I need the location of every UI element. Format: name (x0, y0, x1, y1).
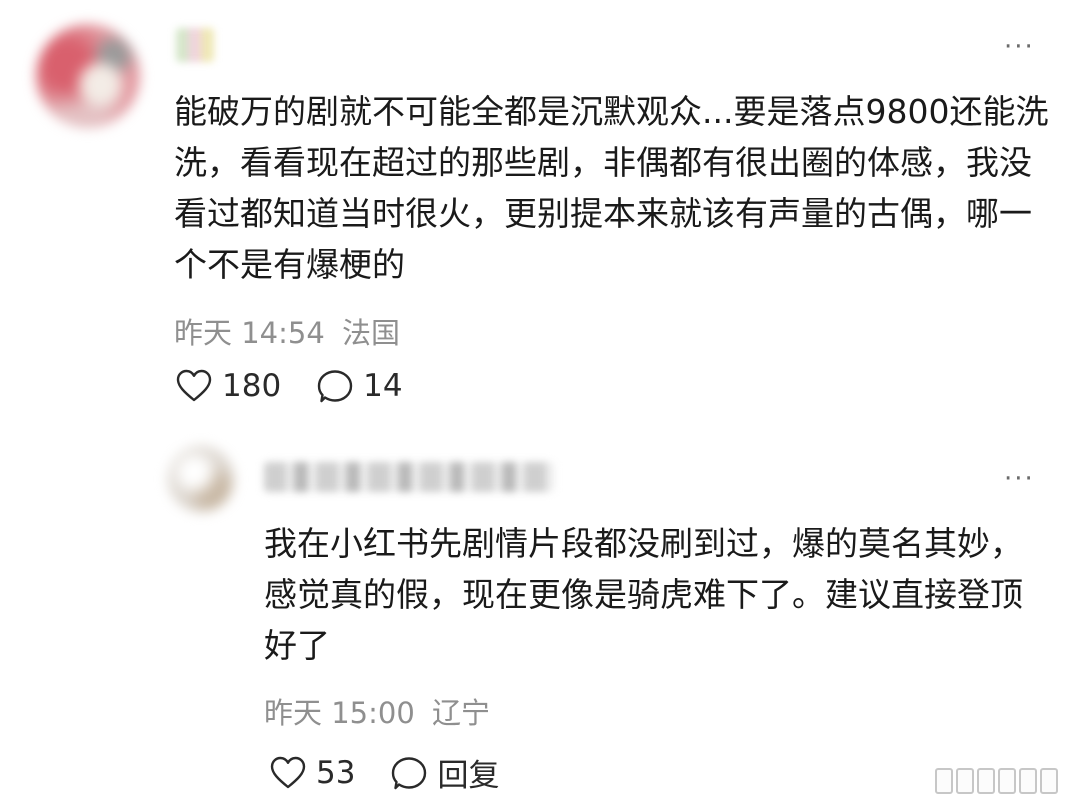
comment-text: 能破万的剧就不可能全都是沉默观众...要是落点9800还能洗洗，看看现在超过的那… (174, 92, 1049, 284)
chat-bubble-icon (317, 370, 353, 403)
reply-like-count: 53 (316, 754, 356, 791)
reply-actions: 53 回复 (270, 750, 499, 795)
more-dots-icon[interactable]: ··· (1004, 34, 1035, 60)
reply-username-blurred[interactable] (264, 462, 554, 492)
comment-time: 昨天 14:54 (174, 316, 325, 350)
username-blurred[interactable] (176, 28, 214, 62)
comment-location: 法国 (342, 316, 401, 350)
like-count: 180 (222, 368, 282, 404)
reply-meta: 昨天 15:00 辽宁 (264, 690, 490, 732)
heart-icon (176, 369, 212, 402)
reply-reply-button[interactable]: 回复 (391, 750, 499, 795)
avatar[interactable] (36, 24, 140, 128)
reply-time: 昨天 15:00 (264, 696, 415, 730)
chat-bubble-icon (392, 756, 427, 789)
reply-count: 14 (363, 368, 403, 404)
comment-thread: ··· 能破万的剧就不可能全都是沉默观众...要是落点9800还能洗洗，看看现在… (0, 0, 1072, 802)
reply-text: 我在小红书先剧情片段都没刷到过，爆的莫名其妙，感觉真的假，现在更像是骑虎难下了。… (264, 524, 1023, 665)
reply-button[interactable]: 14 (317, 368, 403, 404)
comment-meta: 昨天 14:54 法国 (174, 310, 400, 352)
watermark (935, 768, 1058, 794)
more-dots-icon[interactable]: ··· (1004, 466, 1035, 492)
comment-actions: 180 14 (176, 368, 403, 404)
like-button[interactable]: 180 (176, 368, 281, 404)
reply-location: 辽宁 (432, 696, 491, 730)
reply-like-button[interactable]: 53 (270, 755, 355, 791)
reply-button-label: 回复 (437, 758, 500, 794)
reply-avatar[interactable] (168, 446, 234, 512)
heart-icon (270, 756, 306, 788)
